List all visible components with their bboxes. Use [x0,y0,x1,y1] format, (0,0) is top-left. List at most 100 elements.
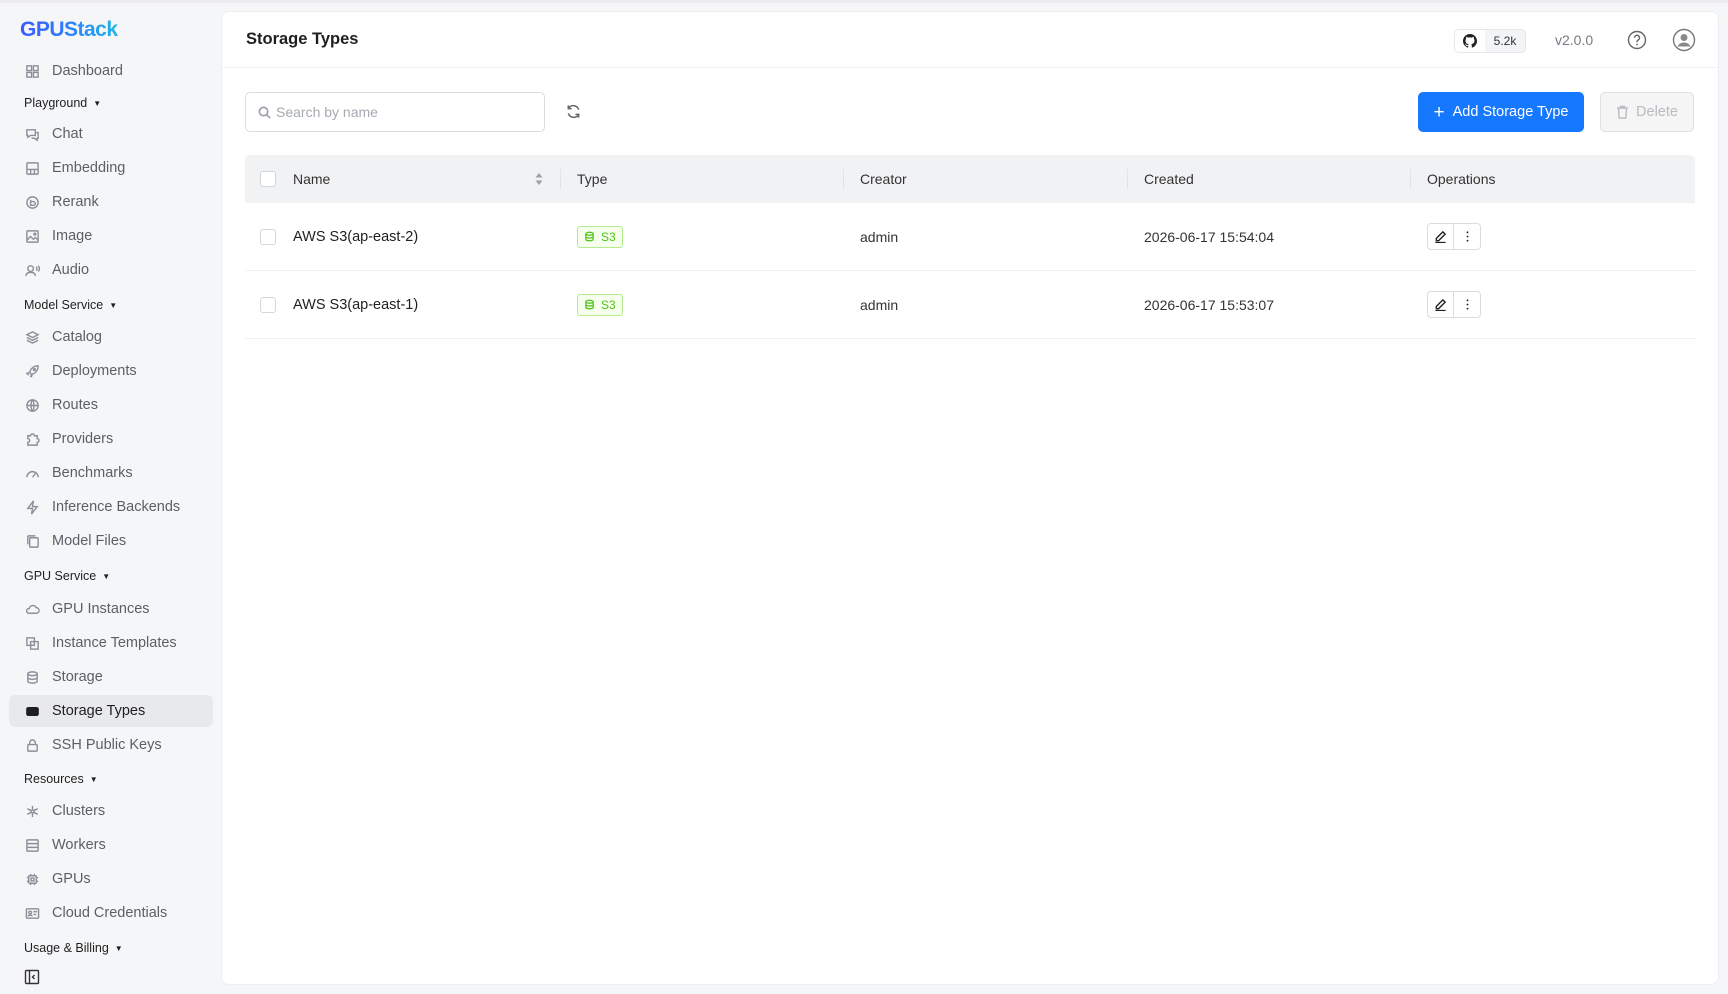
sidebar-item-label: Storage [52,669,103,685]
sidebar-item-catalog[interactable]: Catalog [9,321,213,353]
edit-button[interactable] [1427,291,1454,318]
more-actions-button[interactable] [1454,291,1481,318]
sidebar-item-label: SSH Public Keys [52,737,162,753]
column-divider [1127,169,1128,189]
delete-button[interactable]: Delete [1600,92,1694,132]
sidebar-item-label: Cloud Credentials [52,905,168,921]
sidebar-item-dashboard[interactable]: Dashboard [9,55,213,87]
sidebar-item-providers[interactable]: Providers [9,423,213,455]
type-tag-label: S3 [601,229,616,244]
sidebar-item-label: Providers [52,431,114,447]
table-header: Name Type Creator Created Operations [245,155,1695,203]
sidebar-item-label: GPUs [52,871,91,887]
sidebar-item-embedding[interactable]: Embedding [9,152,213,184]
sidebar-item-label: Model Files [52,533,127,549]
audio-icon [24,262,40,278]
name-cell: AWS S3(ap-east-1) [293,296,419,313]
caret-down-icon: ▼ [109,300,118,310]
sidebar-item-label: Embedding [52,160,126,176]
name-cell: AWS S3(ap-east-2) [293,228,419,245]
sidebar-group-resources[interactable]: Resources ▼ [24,769,98,789]
layers-icon [24,329,40,345]
add-storage-type-button[interactable]: + Add Storage Type [1418,92,1584,132]
user-avatar-icon[interactable] [1672,28,1696,52]
gauge-icon [24,465,40,481]
search-input[interactable] [276,104,526,120]
sidebar-item-image[interactable]: Image [9,220,213,252]
sidebar-item-audio[interactable]: Audio [9,254,213,286]
select-all-checkbox[interactable] [260,171,276,187]
sidebar-item-clusters[interactable]: Clusters [9,795,213,827]
created-cell: 2026-06-17 15:53:07 [1144,296,1274,313]
files-icon [24,533,40,549]
sidebar-item-label: Rerank [52,194,99,210]
created-cell: 2026-06-17 15:54:04 [1144,228,1274,245]
chip-icon [24,871,40,887]
puzzle-icon [24,431,40,447]
trash-icon [1617,105,1629,119]
main-panel: Storage Types 5.2k v2.0.0 + Add Storage … [221,11,1719,985]
row-select-cell [260,271,276,338]
row-checkbox[interactable] [260,228,276,245]
sidebar-item-cloud-credentials[interactable]: Cloud Credentials [9,897,213,929]
sidebar-item-label: Workers [52,837,106,853]
page-title: Storage Types [246,30,359,48]
sidebar-group-gpu-service[interactable]: GPU Service ▼ [24,566,110,586]
sidebar-item-storage[interactable]: Storage [9,661,213,693]
more-vertical-icon [1466,231,1468,242]
sidebar-group-label: Playground [24,96,88,110]
sidebar-item-model-files[interactable]: Model Files [9,525,213,557]
refresh-icon[interactable] [565,103,582,120]
id-card-icon [24,905,40,921]
database-icon [585,231,594,242]
edit-button[interactable] [1427,223,1454,250]
sidebar-item-deployments[interactable]: Deployments [9,355,213,387]
grid-icon [24,63,40,79]
app-logo[interactable]: GPUStack [20,16,118,44]
search-field[interactable] [245,92,545,132]
sidebar-item-benchmarks[interactable]: Benchmarks [9,457,213,489]
database-icon [24,669,40,685]
creator-cell: admin [860,296,899,313]
sidebar-item-label: Dashboard [52,63,123,79]
sidebar-item-rerank[interactable]: Rerank [9,186,213,218]
sort-icon[interactable] [534,172,544,186]
sidebar-item-routes[interactable]: Routes [9,389,213,421]
help-icon[interactable] [1627,30,1647,50]
sidebar-item-gpus[interactable]: GPUs [9,863,213,895]
sidebar-item-label: Instance Templates [52,635,177,651]
image-icon [24,228,40,244]
sidebar-item-inference-backends[interactable]: Inference Backends [9,491,213,523]
sidebar-collapse-icon[interactable] [24,969,40,985]
sidebar-group-label: GPU Service [24,569,97,583]
sidebar-group-model-service[interactable]: Model Service ▼ [24,295,117,315]
sidebar-item-label: Clusters [52,803,106,819]
caret-down-icon: ▼ [93,98,102,108]
sidebar-item-instance-templates[interactable]: Instance Templates [9,627,213,659]
table-row[interactable]: AWS S3(ap-east-1) S3 admin 2026-06-17 15… [245,271,1695,339]
delete-label: Delete [1636,104,1678,120]
version-label: v2.0.0 [1555,32,1594,48]
caret-down-icon: ▼ [102,571,111,581]
creator-cell: admin [860,228,899,245]
column-divider [1410,169,1411,189]
globe-icon [24,397,40,413]
server-icon [24,837,40,853]
row-select-cell [260,203,276,270]
more-actions-button[interactable] [1454,223,1481,250]
column-header-created: Created [1144,171,1194,187]
table-row[interactable]: AWS S3(ap-east-2) S3 admin 2026-06-17 15… [245,203,1695,271]
row-checkbox[interactable] [260,296,276,313]
sidebar-item-workers[interactable]: Workers [9,829,213,861]
drive-icon [24,703,40,719]
column-header-name[interactable]: Name [293,155,330,203]
type-tag: S3 [577,225,623,248]
sidebar-group-usage-billing[interactable]: Usage & Billing ▼ [24,938,123,958]
operations-cell [1427,203,1481,270]
sidebar-item-ssh-public-keys[interactable]: SSH Public Keys [9,729,213,761]
sidebar-item-gpu-instances[interactable]: GPU Instances [9,593,213,625]
sidebar-item-chat[interactable]: Chat [9,118,213,150]
github-stars-badge[interactable]: 5.2k [1454,29,1526,53]
sidebar-item-storage-types[interactable]: Storage Types [9,695,213,727]
sidebar-group-playground[interactable]: Playground ▼ [24,93,101,113]
